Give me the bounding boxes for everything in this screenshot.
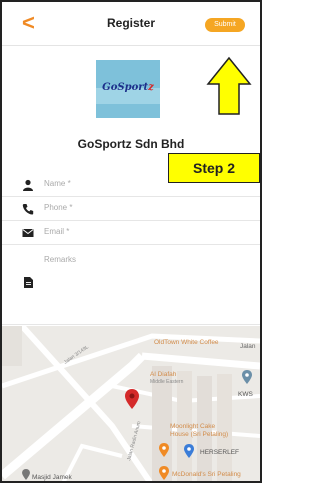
company-logo: GoSportz xyxy=(96,60,160,118)
location-pin-icon[interactable] xyxy=(125,389,139,409)
step-label: Step 2 xyxy=(168,153,260,183)
remarks-field[interactable]: Remarks xyxy=(2,245,260,325)
map-label-jalan: Jalan xyxy=(240,343,256,350)
map-label-oldtown: OldTown White Coffee xyxy=(154,339,219,346)
location-map[interactable]: OldTown White Coffee Jalan Al Diafah Mid… xyxy=(2,326,260,481)
map-marker-food-icon xyxy=(159,443,169,457)
person-icon xyxy=(23,179,33,191)
company-name: GoSportz Sdn Bhd xyxy=(77,137,185,151)
logo-text-main: GoSport xyxy=(102,82,149,93)
envelope-icon xyxy=(22,229,34,237)
map-marker-shop-icon xyxy=(184,444,194,458)
map-label-hersherlef: HERSERLEF xyxy=(200,449,240,456)
map-label-moonlight-1: Moonlight Cake xyxy=(170,423,216,430)
map-marker-kws-icon xyxy=(242,370,252,384)
map-label-masjid: Masjid Jamek xyxy=(32,474,72,481)
up-arrow-annotation-icon xyxy=(206,56,252,115)
map-label-moonlight-2: House (Sri Petaling) xyxy=(170,431,229,438)
name-placeholder: Name * xyxy=(44,179,71,188)
map-label-kws: KWS xyxy=(238,391,253,398)
remarks-placeholder: Remarks xyxy=(44,255,77,264)
phone-icon xyxy=(22,204,34,215)
email-placeholder: Email * xyxy=(44,227,70,236)
map-label-mcd: McDonald's Sri Petaling xyxy=(172,471,241,478)
email-field[interactable]: Email * xyxy=(2,221,260,245)
logo-text-accent: z xyxy=(148,82,154,93)
phone-placeholder: Phone * xyxy=(44,203,73,212)
app-screen: < Register Submit GoSportz GoSportz Sdn … xyxy=(0,0,262,483)
phone-field[interactable]: Phone * xyxy=(2,197,260,221)
document-icon xyxy=(24,277,33,288)
map-marker-mcd-icon xyxy=(159,466,169,480)
map-marker-masjid-icon xyxy=(22,469,30,480)
map-label-aldiafah: Al Diafah xyxy=(150,371,177,378)
map-label-aldiafah-sub: Middle Eastern xyxy=(150,379,184,385)
top-bar: < Register Submit xyxy=(2,2,260,46)
logo-text: GoSportz xyxy=(100,82,156,93)
submit-button[interactable]: Submit xyxy=(205,18,245,32)
